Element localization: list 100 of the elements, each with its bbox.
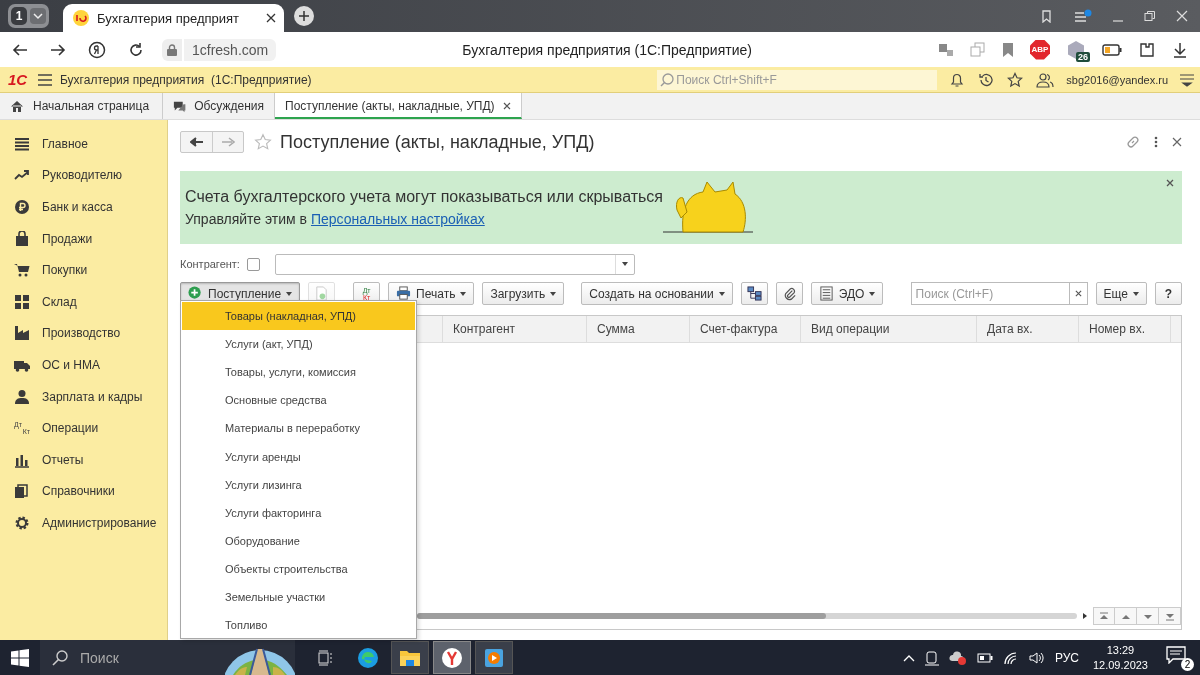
up-button[interactable] (1115, 607, 1137, 625)
menu-item[interactable]: Топливо (182, 611, 415, 640)
menu-button[interactable]: Загрузить (482, 282, 565, 305)
more-icon[interactable] (1154, 136, 1158, 148)
taskbar-app[interactable] (475, 641, 513, 674)
more-button[interactable]: Еще (1095, 282, 1147, 305)
sidebar-item[interactable]: Производство (42, 326, 121, 341)
download-icon[interactable] (1172, 41, 1188, 58)
notifications-button[interactable]: 2 (1166, 645, 1192, 670)
search-field[interactable]: Поиск Ctrl+Shift+F (657, 69, 938, 90)
books-icon (14, 483, 30, 500)
restore-icon[interactable] (1144, 10, 1156, 22)
sidebar-item[interactable]: Администрирование (42, 515, 157, 530)
first-button[interactable] (1093, 607, 1115, 625)
link-icon[interactable] (1126, 135, 1140, 149)
menu-icon[interactable] (1074, 9, 1092, 23)
sidebar-item[interactable]: Склад (42, 294, 77, 309)
page-tab[interactable]: Поступление (акты, накладные, УПД) (275, 93, 522, 119)
sidebar-item[interactable]: Отчеты (42, 452, 84, 467)
toolbar-button[interactable] (775, 282, 803, 305)
menu-item[interactable]: Материалы в переработку (182, 414, 415, 443)
cloud-icon[interactable] (948, 650, 967, 665)
windows-icon[interactable] (11, 648, 29, 667)
sidebar-item[interactable]: Банк и касса (42, 200, 113, 214)
counterparty-field[interactable] (274, 253, 635, 275)
menu-item[interactable]: Товары, услуги, комиссия (182, 358, 415, 387)
menu-icon[interactable] (38, 73, 52, 86)
menu-item[interactable]: Основные средства (182, 386, 415, 415)
toolbar-button[interactable] (740, 282, 768, 305)
new-tab-button[interactable] (294, 6, 314, 26)
users-icon[interactable] (1036, 71, 1055, 88)
sidebar-item[interactable]: Руководителю (42, 168, 123, 183)
battery-icon[interactable] (976, 652, 993, 663)
chevron-up-icon[interactable] (902, 653, 915, 662)
bookmark-icon[interactable] (1002, 41, 1014, 58)
search-field[interactable]: Поиск (Ctrl+F) (910, 282, 1070, 305)
chevron-icon[interactable] (30, 8, 46, 24)
column-header[interactable]: Сумма (587, 316, 690, 342)
translate-icon[interactable] (938, 41, 954, 58)
bell-icon[interactable] (949, 71, 966, 88)
wifi-icon[interactable] (1002, 650, 1019, 665)
menu-item[interactable]: Услуги факторинга (182, 498, 415, 527)
menu-item[interactable]: Услуги (акт, УПД) (182, 330, 415, 359)
sidebar-item[interactable]: Покупки (42, 263, 88, 278)
language-indicator[interactable]: РУС (1054, 650, 1079, 665)
sidebar-item[interactable]: ОС и НМА (42, 357, 101, 372)
settings-link[interactable]: Персональных настройках (310, 211, 485, 227)
bookmarks-icon[interactable] (1040, 9, 1054, 23)
column-header[interactable]: Номер вх. (1079, 316, 1171, 342)
history-icon[interactable] (978, 71, 995, 88)
column-header[interactable]: Контрагент (443, 316, 587, 342)
sidebar-item[interactable]: Операции (42, 421, 99, 436)
column-header[interactable]: Счет-фактура (690, 316, 801, 342)
taskbar-search[interactable]: Поиск (40, 640, 225, 675)
menu-icon[interactable] (1180, 72, 1194, 87)
extension-button[interactable]: 26 (1066, 39, 1086, 60)
close-icon[interactable] (1166, 179, 1174, 187)
close-icon[interactable] (1172, 137, 1182, 147)
menu-item[interactable]: Услуги аренды (182, 442, 415, 471)
sidebar-item[interactable]: Зарплата и кадры (42, 389, 143, 404)
column-header[interactable]: Вид операции (801, 316, 977, 342)
last-button[interactable] (1159, 607, 1181, 625)
battery-icon[interactable] (1102, 43, 1122, 56)
menu-item[interactable]: Оборудование (182, 526, 415, 555)
down-button[interactable] (1137, 607, 1159, 625)
browser-tab[interactable]: Бухгалтерия предприят (63, 4, 284, 32)
scrollbar[interactable] (417, 613, 1077, 619)
adblock-button[interactable]: ABP (1030, 39, 1050, 60)
menu-button[interactable]: ЭДО (810, 282, 884, 305)
taskbar-app[interactable] (433, 641, 471, 674)
clear-icon[interactable] (1074, 290, 1082, 297)
sidebar-item[interactable]: Главное (42, 136, 88, 151)
user-email[interactable]: sbg2016@yandex.ru (1066, 73, 1168, 86)
browser-logo-icon[interactable] (88, 40, 106, 59)
help-button[interactable]: ? (1155, 282, 1182, 305)
checkbox[interactable] (246, 257, 260, 271)
clock[interactable]: 13:29 12.09.2023 (1092, 644, 1148, 671)
sidebar-item[interactable]: Справочники (42, 484, 115, 499)
column-header[interactable]: Дата вх. (977, 316, 1079, 342)
close-icon[interactable] (502, 102, 511, 110)
menu-item[interactable]: Товары (накладная, УПД) (182, 302, 415, 331)
back-icon[interactable] (12, 41, 28, 58)
menu-button[interactable]: Создать на основании (581, 282, 733, 305)
reload-icon[interactable] (128, 41, 144, 58)
sidebar-item[interactable]: Продажи (42, 231, 93, 246)
menu-item[interactable]: Услуги лизинга (182, 470, 415, 499)
tab-counter[interactable]: 1 (11, 7, 27, 25)
forward-icon[interactable] (50, 41, 66, 58)
star-icon[interactable] (254, 133, 272, 151)
menu-item[interactable]: Земельные участки (182, 582, 415, 612)
address-field[interactable]: 1cfresh.com (184, 38, 277, 61)
menu-item[interactable]: Объекты строительства (182, 554, 415, 583)
camera-icon[interactable] (924, 649, 939, 666)
star-icon[interactable] (1007, 71, 1024, 88)
speaker-icon[interactable] (1028, 650, 1045, 665)
taskbar-app[interactable] (391, 641, 429, 674)
scroll-right-icon[interactable] (1083, 613, 1087, 619)
menu-button[interactable]: Печать (388, 282, 475, 305)
close-icon[interactable] (266, 13, 276, 23)
search-icon (52, 649, 68, 666)
